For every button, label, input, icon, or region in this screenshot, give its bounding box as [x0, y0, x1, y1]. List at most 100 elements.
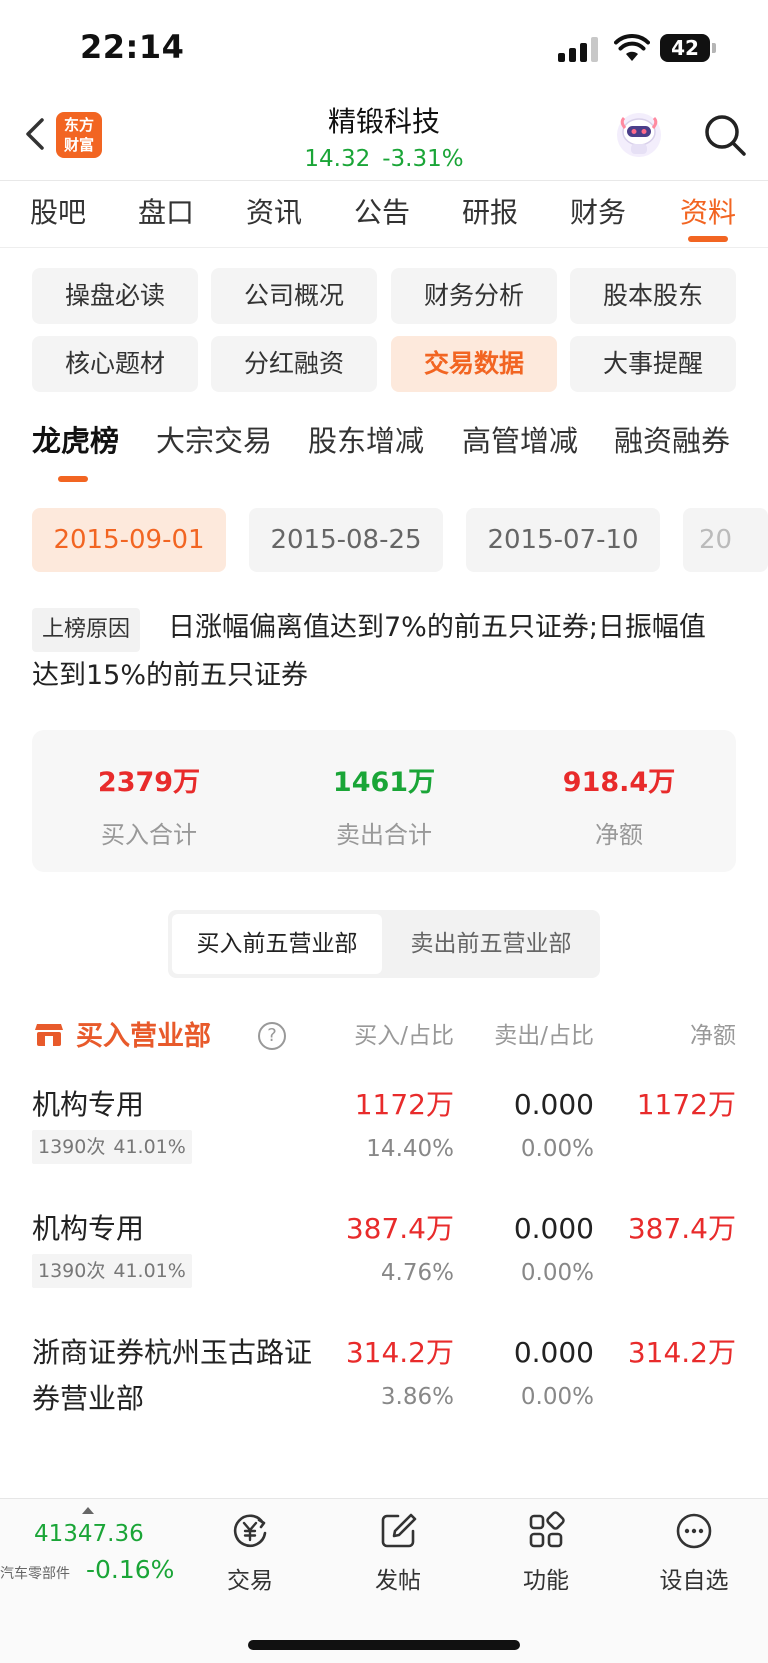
- btn-event-reminders[interactable]: 大事提醒: [570, 336, 736, 392]
- subtab-margin-trading[interactable]: 融资融券: [614, 418, 730, 460]
- btn-shareholders[interactable]: 股本股东: [570, 268, 736, 324]
- sell-cell: 0.000 0.00%: [440, 1330, 594, 1414]
- buy-percent: 14.40%: [366, 1136, 454, 1162]
- net-label: 净额: [595, 821, 643, 849]
- brokerage-stats: 1390次 41.01%: [32, 1130, 192, 1164]
- summary-net: 918.4万 净额: [502, 760, 736, 850]
- btn-company-overview[interactable]: 公司概况: [211, 268, 377, 324]
- stock-price: 14.32: [304, 146, 371, 172]
- bottom-toolbar: 41347.36 汽车零部件 -0.16% 交易 发帖 功能 设自选: [0, 1498, 768, 1663]
- btn-core-themes[interactable]: 核心题材: [32, 336, 198, 392]
- btn-dividends-financing[interactable]: 分红融资: [211, 336, 377, 392]
- btn-trading-essentials[interactable]: 操盘必读: [32, 268, 198, 324]
- list-title: 买入营业部: [76, 1021, 211, 1052]
- seg-buy-top5[interactable]: 买入前五营业部: [172, 914, 382, 974]
- success-rate: 41.01%: [113, 1136, 186, 1158]
- grid-apps-icon: [529, 1511, 565, 1548]
- date-chip-partial[interactable]: 20: [683, 508, 768, 572]
- brokerage-icon: [35, 1024, 63, 1046]
- nav-add-watchlist[interactable]: 设自选: [644, 1511, 744, 1595]
- btn-financial-analysis[interactable]: 财务分析: [391, 268, 557, 324]
- nav-post[interactable]: 发帖: [348, 1511, 448, 1595]
- col-buy-header: 买入/占比: [354, 1023, 454, 1049]
- brokerage-name: 机构专用: [32, 1088, 145, 1121]
- btn-trading-data[interactable]: 交易数据: [391, 336, 557, 392]
- caret-up-icon[interactable]: [82, 1507, 94, 1514]
- net-cell: 1172万: [586, 1082, 736, 1128]
- tab-news[interactable]: 资讯: [224, 190, 324, 236]
- sell-amount: 0.000: [513, 1088, 594, 1121]
- yuan-trade-icon: [233, 1514, 267, 1548]
- battery-nub: [712, 43, 716, 53]
- summary-sell: 1461万 卖出合计: [267, 760, 501, 850]
- wifi-icon: [614, 34, 650, 61]
- tab-guba[interactable]: 股吧: [8, 190, 108, 236]
- sell-cell: 0.000 0.00%: [440, 1206, 594, 1290]
- status-time: 22:14: [80, 28, 185, 66]
- more-dots-icon: [676, 1513, 712, 1549]
- summary-buy: 2379万 买入合计: [32, 760, 266, 850]
- brokerage-name: 浙商证券杭州玉古路证券营业部: [32, 1336, 313, 1415]
- sell-percent: 0.00%: [520, 1260, 594, 1286]
- sell-amount: 0.000: [513, 1336, 594, 1369]
- seg-sell-top5[interactable]: 卖出前五营业部: [386, 914, 596, 974]
- date-chip-selected[interactable]: 2015-09-01: [32, 508, 226, 572]
- nav-functions[interactable]: 功能: [496, 1511, 596, 1595]
- help-icon[interactable]: ?: [258, 1022, 286, 1050]
- brokerage-stats: 1390次 41.01%: [32, 1254, 192, 1288]
- date-chip[interactable]: 2015-07-10: [466, 508, 660, 572]
- success-rate: 41.01%: [113, 1260, 186, 1282]
- col-sell-header: 卖出/占比: [494, 1023, 594, 1049]
- sector-index-change[interactable]: -0.16%: [86, 1555, 174, 1584]
- status-bar: 22:14 42: [0, 0, 768, 100]
- back-arrow-icon[interactable]: [20, 114, 50, 154]
- tab-finance[interactable]: 财务: [548, 190, 648, 236]
- stock-name: 精锻科技: [327, 105, 440, 138]
- listing-reason-tag: 上榜原因: [32, 608, 141, 652]
- sector-index-value[interactable]: 41347.36: [34, 1521, 144, 1547]
- eastmoney-logo[interactable]: 东方 财富: [56, 112, 102, 158]
- tab-research[interactable]: 研报: [440, 190, 540, 236]
- search-icon[interactable]: [702, 112, 748, 158]
- summary-card: 2379万 买入合计 1461万 卖出合计 918.4万 净额: [32, 730, 736, 872]
- sell-total-label: 卖出合计: [336, 821, 432, 849]
- subtab-executive-changes[interactable]: 高管增减: [462, 418, 578, 460]
- buy-cell: 387.4万 4.76%: [300, 1206, 454, 1290]
- active-subtab-indicator: [58, 476, 88, 482]
- sector-index-name[interactable]: 汽车零部件: [0, 1563, 70, 1583]
- nav-trade-label: 交易: [227, 1568, 273, 1594]
- buy-amount: 387.4万: [345, 1212, 454, 1245]
- net-value: 918.4万: [562, 767, 676, 798]
- buy-amount: 1172万: [354, 1088, 454, 1121]
- net-amount: 1172万: [636, 1088, 736, 1121]
- sell-amount: 0.000: [513, 1212, 594, 1245]
- tab-profile[interactable]: 资料: [658, 190, 758, 236]
- logo-line-1: 东方: [63, 116, 94, 134]
- buy-amount: 314.2万: [345, 1336, 454, 1369]
- subtab-holder-changes[interactable]: 股东增减: [308, 418, 424, 460]
- net-cell: 387.4万: [586, 1206, 736, 1252]
- tab-pankou[interactable]: 盘口: [116, 190, 216, 236]
- buy-total-value: 2379万: [97, 767, 201, 798]
- home-indicator: [248, 1640, 520, 1650]
- stock-change: -3.31%: [382, 146, 464, 172]
- listing-count: 1390次: [38, 1136, 106, 1158]
- nav-add-watchlist-label: 设自选: [659, 1568, 729, 1594]
- sell-total-value: 1461万: [332, 767, 436, 798]
- buy-percent: 3.86%: [380, 1384, 454, 1410]
- nav-post-label: 发帖: [375, 1568, 421, 1594]
- brokerage-name: 机构专用: [32, 1212, 145, 1245]
- list-header: 买入营业部 ? 买入/占比 卖出/占比 净额: [0, 1010, 768, 1060]
- nav-trade[interactable]: 交易: [200, 1511, 300, 1595]
- subtab-dragon-tiger[interactable]: 龙虎榜: [32, 418, 119, 460]
- date-chip[interactable]: 2015-08-25: [249, 508, 443, 572]
- tab-announcements[interactable]: 公告: [332, 190, 432, 236]
- stock-quote: 14.32 -3.31%: [234, 146, 534, 172]
- nav-functions-label: 功能: [523, 1568, 569, 1594]
- buy-sell-segmented-control: 买入前五营业部 卖出前五营业部: [168, 910, 600, 978]
- active-tab-indicator: [688, 236, 728, 242]
- subtab-block-trade[interactable]: 大宗交易: [156, 418, 272, 460]
- robot-assistant-icon[interactable]: [614, 110, 664, 160]
- net-amount: 314.2万: [627, 1336, 736, 1369]
- tabs-divider: [0, 247, 768, 248]
